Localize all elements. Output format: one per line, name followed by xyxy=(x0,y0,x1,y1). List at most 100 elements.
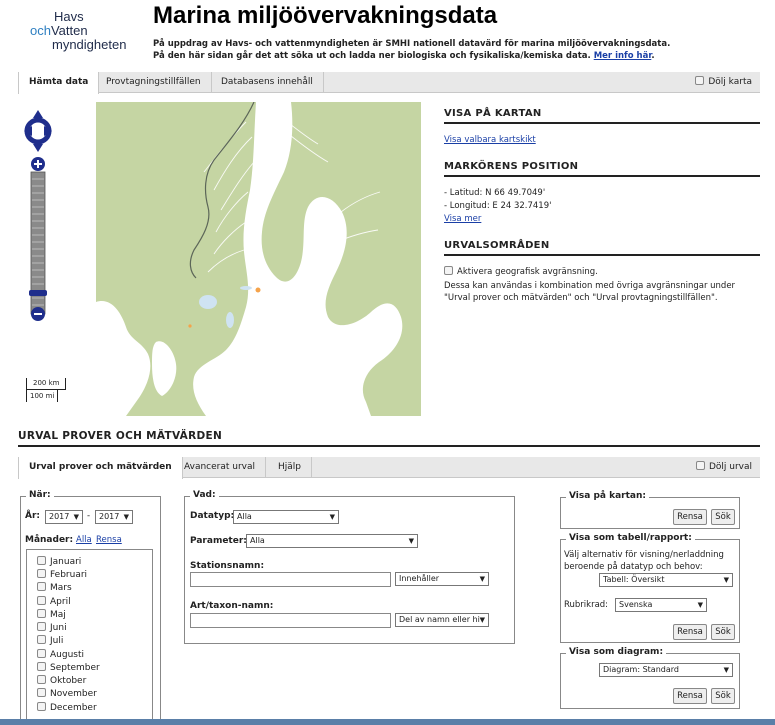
lake-vanern xyxy=(199,295,217,309)
bottom-edge-bar xyxy=(0,719,775,725)
month-item[interactable]: Juli xyxy=(37,635,63,646)
taxon-name-input[interactable] xyxy=(190,613,391,628)
parameter-label: Parameter: xyxy=(190,536,247,546)
month-item[interactable]: December xyxy=(37,702,97,713)
table-search-button[interactable]: Sök xyxy=(711,624,735,640)
diagram-clear-button[interactable]: Rensa xyxy=(673,688,707,704)
show-on-map-heading: VISA PÅ KARTAN xyxy=(444,108,760,124)
logo-och: och xyxy=(30,23,51,38)
marker-latitude: - Latitud: N 66 49.7049' xyxy=(444,188,546,198)
show-table-legend: Visa som tabell/rapport: xyxy=(566,533,695,543)
marker-position-heading: MARKÖRENS POSITION xyxy=(444,161,760,177)
taxon-match-select[interactable]: Del av namn eller hi ▼ xyxy=(395,613,489,627)
month-item[interactable]: Maj xyxy=(37,609,66,620)
taxon-name-label: Art/taxon-namn: xyxy=(190,601,274,611)
parameter-select[interactable]: Alla ▼ xyxy=(246,534,418,548)
hide-map-checkbox[interactable] xyxy=(695,76,705,85)
zoom-in-button[interactable] xyxy=(31,157,45,171)
intro-line-2: På den här sidan går det att söka ut och… xyxy=(153,51,591,61)
zoom-slider[interactable] xyxy=(29,171,47,315)
map-clear-button[interactable]: Rensa xyxy=(673,509,707,525)
logo-line-3: myndigheten xyxy=(52,37,127,52)
month-item[interactable]: Oktober xyxy=(37,675,86,686)
diagram-type-select[interactable]: Diagram: Standard ▼ xyxy=(599,663,733,677)
map-zoom-control[interactable] xyxy=(22,108,54,323)
station-name-label: Stationsnamn: xyxy=(190,561,265,571)
show-more-link[interactable]: Visa mer xyxy=(444,213,481,225)
tab-hjalp[interactable]: Hjälp xyxy=(268,457,312,478)
months-list: Januari Februari Mars April Maj Juni Jul… xyxy=(26,549,153,725)
selection-areas-heading: URVALSOMRÅDEN xyxy=(444,240,760,256)
month-item[interactable]: Juni xyxy=(37,622,67,633)
agency-logo: Havs ochVatten myndigheten xyxy=(30,10,140,52)
tab-avancerat-urval[interactable]: Avancerat urval xyxy=(174,457,267,478)
map-layers-link[interactable]: Visa valbara kartskikt xyxy=(444,134,536,146)
month-item[interactable]: November xyxy=(37,688,97,699)
tab-databasens-innehall[interactable]: Databasens innehåll xyxy=(211,72,324,93)
months-label: Månader: xyxy=(25,535,74,545)
logo-vatten: Vatten xyxy=(50,23,88,38)
more-info-link[interactable]: Mer info här xyxy=(594,51,652,61)
map-scale: 200 km 100 mi xyxy=(26,378,70,406)
page-title: Marina miljöövervakningsdata xyxy=(153,2,498,29)
header-row-select[interactable]: Svenska ▼ xyxy=(615,598,707,612)
station-match-select[interactable]: Innehåller ▼ xyxy=(395,572,489,586)
show-diagram-legend: Visa som diagram: xyxy=(566,647,667,657)
when-fieldset: När: År: 2017 ▼ - 2017 ▼ Månader: Alla Ren… xyxy=(20,490,161,725)
pan-control[interactable] xyxy=(24,110,52,152)
areas-description-1: Dessa kan användas i kombination med övr… xyxy=(444,281,736,291)
pan-up-icon xyxy=(33,110,43,118)
scale-mi: 100 mi xyxy=(26,390,58,402)
what-legend: Vad: xyxy=(190,490,219,500)
year-to-select[interactable]: 2017 ▼ xyxy=(95,510,133,524)
section-heading: URVAL PROVER OCH MÄTVÄRDEN xyxy=(18,430,760,447)
station-name-input[interactable] xyxy=(190,572,391,587)
station-marker xyxy=(188,324,192,328)
scale-km: 200 km xyxy=(26,378,66,390)
tab-provtagningstillfallen[interactable]: Provtagningstillfällen xyxy=(96,72,212,93)
table-desc-2: beroende på datatyp och behov: xyxy=(564,562,703,572)
year-from-select[interactable]: 2017 ▼ xyxy=(45,510,83,524)
selection-tab-bar: Urval prover och mätvärden Avancerat urv… xyxy=(18,457,760,479)
tab-urval-prover[interactable]: Urval prover och mätvärden xyxy=(18,457,183,479)
month-item[interactable]: September xyxy=(37,662,100,673)
show-on-map-fieldset: Visa på kartan: Rensa Sök xyxy=(560,491,740,529)
datatype-select[interactable]: Alla ▼ xyxy=(233,510,339,524)
geo-limit-toggle[interactable]: Aktivera geografisk avgränsning. xyxy=(444,266,598,278)
hide-selection-checkbox[interactable] xyxy=(695,461,705,470)
intro-text: På uppdrag av Havs- och vattenmyndighete… xyxy=(153,39,671,61)
hide-selection-toggle[interactable]: Dölj urval xyxy=(695,457,752,478)
areas-description-2: "Urval prover och mätvärden" och "Urval … xyxy=(444,293,718,303)
month-item[interactable]: Mars xyxy=(37,582,72,593)
table-type-select[interactable]: Tabell: Översikt ▼ xyxy=(599,573,733,587)
geo-limit-checkbox[interactable] xyxy=(444,266,453,275)
datatype-label: Datatyp: xyxy=(190,511,235,521)
month-item[interactable]: Februari xyxy=(37,569,87,580)
table-clear-button[interactable]: Rensa xyxy=(673,624,707,640)
hide-map-toggle[interactable]: Dölj karta xyxy=(695,72,752,93)
lake-vattern xyxy=(226,312,234,328)
month-item[interactable]: Augusti xyxy=(37,649,84,660)
marker-longitude: - Longitud: E 24 32.7419' xyxy=(444,201,552,211)
logo-line-1: Havs xyxy=(54,9,84,24)
year-label: År: xyxy=(25,511,41,521)
show-table-fieldset: Visa som tabell/rapport: Välj alternativ… xyxy=(560,533,740,643)
show-diagram-fieldset: Visa som diagram: Diagram: Standard ▼ Ren… xyxy=(560,647,740,709)
main-tab-bar: Hämta data Provtagningstillfällen Databa… xyxy=(18,72,760,94)
map-view[interactable] xyxy=(96,102,421,416)
map-search-button[interactable]: Sök xyxy=(711,509,735,525)
tab-hamta-data[interactable]: Hämta data xyxy=(18,72,100,94)
pan-down-icon xyxy=(33,144,43,152)
intro-line-1: På uppdrag av Havs- och vattenmyndighete… xyxy=(153,39,671,49)
what-fieldset: Vad: Datatyp: Alla ▼ Parameter: Alla ▼ Sta… xyxy=(184,490,515,644)
month-item[interactable]: Januari xyxy=(37,556,81,567)
zoom-out-button[interactable] xyxy=(31,307,45,321)
month-item[interactable]: April xyxy=(37,596,71,607)
zoom-slider-handle xyxy=(29,290,47,296)
diagram-search-button[interactable]: Sök xyxy=(711,688,735,704)
lake-malaren xyxy=(240,286,252,290)
months-clear-link[interactable]: Rensa xyxy=(96,534,122,546)
months-all-link[interactable]: Alla xyxy=(76,534,92,546)
header-row-label: Rubrikrad: xyxy=(564,600,609,610)
when-legend: När: xyxy=(26,490,54,500)
